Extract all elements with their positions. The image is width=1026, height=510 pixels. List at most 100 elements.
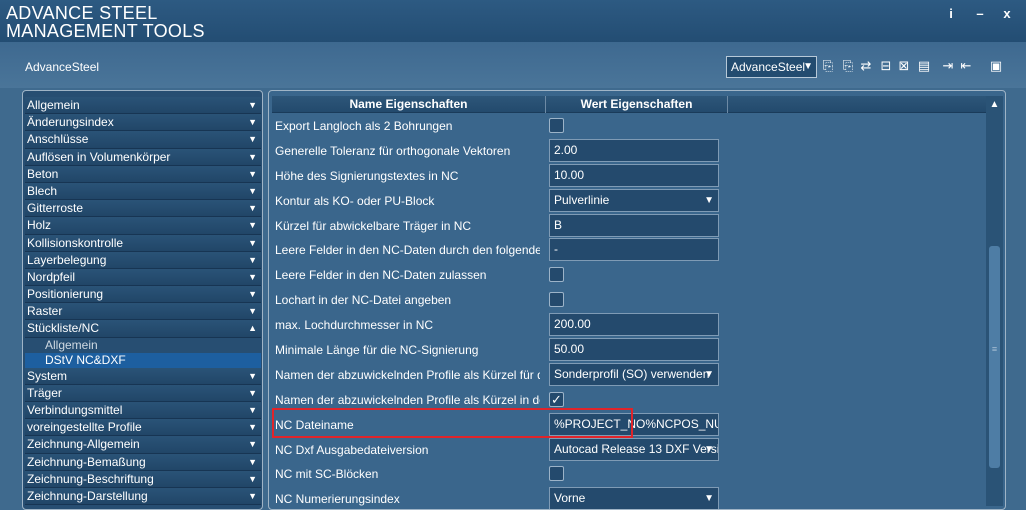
scroll-thumb[interactable]: ≡: [989, 246, 1000, 468]
category-item[interactable]: Beton ▼: [25, 165, 261, 183]
category-item[interactable]: Auflösen in Volumenkörper ▼: [25, 148, 261, 166]
profile-select[interactable]: AdvanceSteel ▼: [726, 56, 817, 78]
property-input[interactable]: 2.00: [549, 138, 719, 162]
category-label: Träger: [27, 385, 62, 400]
category-item[interactable]: Gitterroste ▼: [25, 200, 261, 218]
subcategory-item[interactable]: Allgemein: [25, 337, 261, 353]
property-row: Kürzel für abwickelbare Träger in NC B: [269, 213, 989, 238]
export-icon[interactable]: ⇥: [940, 58, 956, 74]
category-item[interactable]: Träger ▼: [25, 384, 261, 402]
category-item[interactable]: Positionierung ▼: [25, 286, 261, 304]
document-icon[interactable]: ▤: [916, 58, 932, 74]
category-item[interactable]: Zeichnung-Allgemein ▼: [25, 436, 261, 454]
property-input[interactable]: 50.00: [549, 338, 719, 362]
category-item[interactable]: Verbindungsmittel ▼: [25, 402, 261, 420]
chevron-down-icon[interactable]: ▼: [248, 488, 257, 504]
property-checkbox[interactable]: [549, 292, 564, 308]
category-item[interactable]: voreingestellte Profile ▼: [25, 419, 261, 437]
chevron-down-icon[interactable]: ▼: [248, 114, 257, 130]
filter-clear-icon[interactable]: ⊠: [896, 58, 912, 74]
chevron-down-icon[interactable]: ▼: [248, 166, 257, 182]
info-button[interactable]: i: [941, 6, 961, 21]
property-name: Kontur als KO- oder PU-Block: [275, 193, 435, 208]
category-item[interactable]: Layerbelegung ▼: [25, 251, 261, 269]
category-item[interactable]: Zeichnung-Darstellung ▼: [25, 487, 261, 506]
property-input[interactable]: %PROJECT_NO%NCPOS_NUM.nc: [549, 412, 719, 436]
category-item[interactable]: Allgemein ▼: [25, 97, 261, 115]
category-item[interactable]: Änderungsindex ▼: [25, 114, 261, 132]
close-button[interactable]: x: [997, 6, 1017, 21]
property-select[interactable]: Pulverlinie ▼: [549, 188, 719, 212]
chevron-down-icon[interactable]: ▼: [248, 131, 257, 147]
chevron-down-icon[interactable]: ▼: [248, 235, 257, 251]
chevron-down-icon[interactable]: ▼: [248, 286, 257, 302]
chevron-down-icon[interactable]: ▼: [248, 269, 257, 285]
property-value: 50.00: [554, 342, 585, 357]
category-label: Auflösen in Volumenkörper: [27, 149, 171, 164]
chevron-down-icon[interactable]: ▼: [248, 97, 257, 113]
column-header-value[interactable]: Wert Eigenschaften: [546, 96, 728, 113]
chevron-down-icon[interactable]: ▼: [248, 385, 257, 401]
chevron-down-icon[interactable]: ▼: [248, 200, 257, 216]
minimize-button[interactable]: –: [970, 6, 990, 21]
category-label: Zeichnung-Darstellung: [27, 488, 148, 503]
property-checkbox[interactable]: [549, 118, 564, 133]
category-label: Zeichnung-Allgemein: [27, 437, 140, 452]
chevron-down-icon[interactable]: ▼: [248, 149, 257, 165]
chevron-down-icon: ▼: [704, 194, 714, 206]
property-name: Leere Felder in den NC-Daten zulassen: [275, 268, 487, 283]
chevron-down-icon[interactable]: ▼: [248, 402, 257, 418]
title-bar: ADVANCE STEEL MANAGEMENT TOOLS i – x: [0, 0, 1026, 42]
chevron-down-icon[interactable]: ▼: [248, 471, 257, 487]
category-item[interactable]: Zeichnung-Bemaßung ▼: [25, 453, 261, 471]
category-item[interactable]: Nordpfeil ▼: [25, 268, 261, 287]
category-label: Raster: [27, 304, 63, 319]
property-checkbox[interactable]: [549, 466, 564, 482]
compare-icon[interactable]: ⇄: [858, 58, 874, 74]
category-item[interactable]: Stückliste/NC ▲: [25, 320, 261, 338]
chevron-down-icon[interactable]: ▼: [248, 368, 257, 384]
vertical-scrollbar[interactable]: ▲ ≡: [986, 96, 1003, 506]
property-name: Namen der abzuwickelnden Profile als Kür…: [275, 367, 540, 382]
chevron-down-icon[interactable]: ▼: [248, 303, 257, 319]
chevron-down-icon[interactable]: ▼: [248, 419, 257, 435]
filter-icon[interactable]: ⊟: [878, 58, 894, 74]
chevron-down-icon[interactable]: ▼: [248, 436, 257, 452]
property-checkbox[interactable]: ✓: [549, 391, 564, 407]
property-input[interactable]: 200.00: [549, 313, 719, 337]
category-label: Kollisionskontrolle: [27, 235, 124, 250]
chevron-down-icon[interactable]: ▼: [248, 217, 257, 233]
property-value: Sonderprofil (SO) verwenden: [554, 366, 710, 381]
property-row: Lochart in der NC-Datei angeben: [269, 287, 989, 312]
chevron-down-icon[interactable]: ▼: [248, 183, 257, 199]
category-item[interactable]: Kollisionskontrolle ▼: [25, 234, 261, 252]
property-select[interactable]: Sonderprofil (SO) verwenden ▼: [549, 362, 719, 386]
property-select[interactable]: Autocad Release 13 DXF Version ▼: [549, 437, 719, 461]
subcategory-item[interactable]: DStV NC&DXF: [25, 352, 261, 368]
category-label: Verbindungsmittel: [27, 403, 123, 417]
category-item[interactable]: Zeichnung-Beschriftung ▼: [25, 470, 261, 488]
chevron-down-icon[interactable]: ▼: [248, 252, 257, 268]
app-title-line2: MANAGEMENT TOOLS: [6, 21, 205, 41]
chevron-down-icon: ▼: [704, 443, 714, 455]
import-icon[interactable]: ⇤: [958, 58, 974, 74]
category-item[interactable]: Anschlüsse ▼: [25, 131, 261, 149]
category-item[interactable]: Holz ▼: [25, 217, 261, 235]
chevron-down-icon[interactable]: ▼: [248, 454, 257, 470]
property-name: Höhe des Signierungstextes in NC: [275, 168, 459, 183]
property-input[interactable]: 10.00: [549, 163, 719, 187]
chevron-up-icon[interactable]: ▲: [248, 320, 257, 336]
scroll-up-icon[interactable]: ▲: [986, 96, 1003, 113]
copy-all-icon[interactable]: ⎘: [840, 58, 856, 74]
copy-icon[interactable]: ⎘: [820, 58, 836, 74]
property-input[interactable]: B: [549, 213, 719, 237]
property-checkbox[interactable]: [549, 267, 564, 283]
category-item[interactable]: Blech ▼: [25, 182, 261, 201]
property-select[interactable]: Vorne ▼: [549, 487, 719, 509]
property-input[interactable]: -: [549, 238, 719, 262]
column-header-name[interactable]: Name Eigenschaften: [272, 96, 546, 113]
category-label: System: [27, 368, 68, 383]
settings-file-icon[interactable]: ▣: [988, 58, 1004, 74]
category-item[interactable]: Raster ▼: [25, 303, 261, 321]
category-item[interactable]: System ▼: [25, 367, 261, 385]
